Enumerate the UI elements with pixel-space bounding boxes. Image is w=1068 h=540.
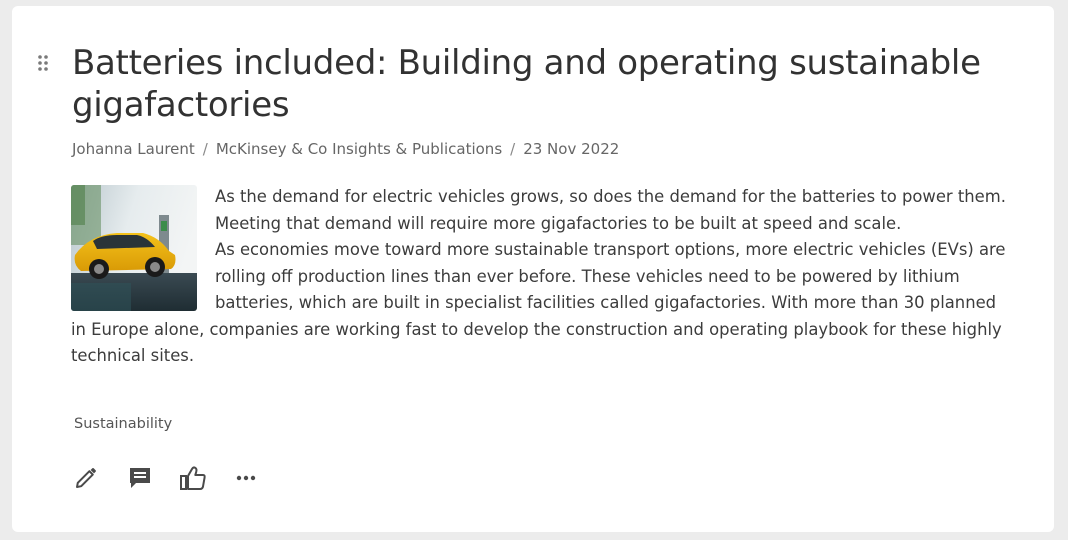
like-button[interactable] xyxy=(179,464,207,492)
article-card: Batteries included: Building and operati… xyxy=(12,6,1054,532)
article-summary: As the demand for electric vehicles grow… xyxy=(215,187,1006,233)
drag-handle-icon[interactable] xyxy=(36,54,50,72)
pencil-icon xyxy=(76,468,96,488)
article-title[interactable]: Batteries included: Building and operati… xyxy=(72,42,1032,126)
comment-icon xyxy=(130,468,150,488)
edit-button[interactable] xyxy=(72,464,100,492)
meta-separator: / xyxy=(202,140,208,158)
thumbs-up-icon xyxy=(180,466,206,490)
article-thumbnail[interactable] xyxy=(71,185,197,311)
article-date: 23 Nov 2022 xyxy=(523,140,620,158)
article-meta: Johanna Laurent / McKinsey & Co Insights &… xyxy=(72,140,619,158)
article-body-text: As economies move toward more sustainabl… xyxy=(71,240,1006,365)
more-button[interactable] xyxy=(232,464,260,492)
meta-separator: / xyxy=(510,140,516,158)
article-body: As the demand for electric vehicles grow… xyxy=(71,184,1011,370)
article-source[interactable]: McKinsey & Co Insights & Publications xyxy=(216,140,502,158)
comment-button[interactable] xyxy=(126,464,154,492)
article-author[interactable]: Johanna Laurent xyxy=(72,140,195,158)
tag-sustainability[interactable]: Sustainability xyxy=(74,416,172,432)
more-horizontal-icon xyxy=(236,475,256,481)
